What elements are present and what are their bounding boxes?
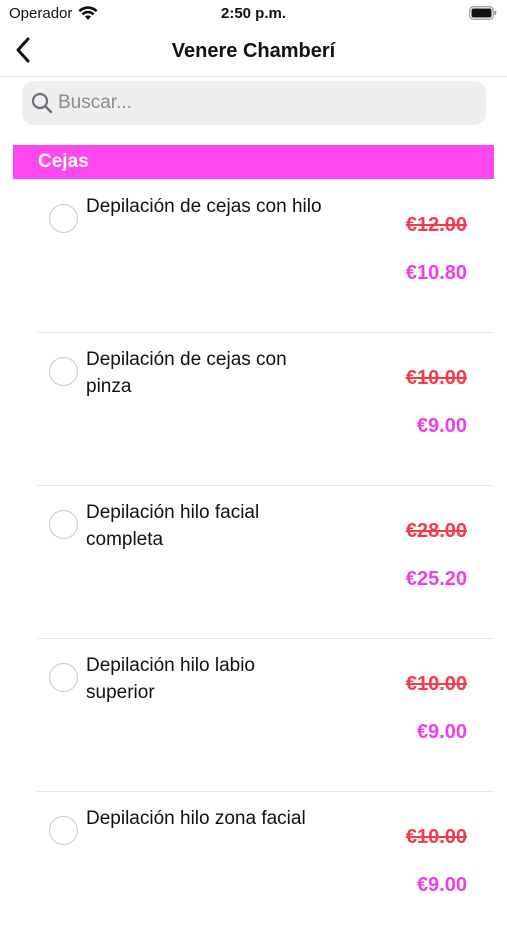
search-bar bbox=[22, 81, 486, 125]
discounted-price: €10.80 bbox=[405, 262, 467, 284]
service-name: Depilación hilo labio superior bbox=[86, 655, 255, 703]
search-input[interactable] bbox=[58, 83, 458, 123]
original-price: €28.00 bbox=[405, 520, 467, 542]
original-price: €12.00 bbox=[405, 214, 467, 236]
original-price: €10.00 bbox=[405, 826, 467, 848]
battery-icon bbox=[469, 6, 497, 20]
service-name: Depilación hilo facial completa bbox=[86, 502, 260, 550]
discounted-price: €25.20 bbox=[405, 568, 467, 590]
service-name: Depilación de cejas con hilo bbox=[86, 196, 322, 217]
status-bar: Operador 2:50 p.m. bbox=[0, 0, 507, 28]
radio-button[interactable] bbox=[49, 357, 78, 386]
page-title: Venere Chamberí bbox=[171, 40, 336, 62]
radio-button[interactable] bbox=[49, 816, 78, 845]
service-item[interactable]: Depilación hilo labio superior €10.00 €9… bbox=[0, 639, 507, 792]
radio-button[interactable] bbox=[49, 663, 78, 692]
service-item[interactable]: Depilación hilo zona facial €10.00 €9.00 bbox=[0, 792, 507, 945]
service-name: Depilación de cejas con pinza bbox=[86, 349, 287, 397]
section-header-cejas: Cejas bbox=[13, 145, 494, 179]
service-list: Depilación de cejas con hilo €12.00 €10.… bbox=[0, 180, 507, 945]
status-time: 2:50 p.m. bbox=[220, 5, 287, 22]
discounted-price: €9.00 bbox=[416, 415, 467, 437]
radio-button[interactable] bbox=[49, 204, 78, 233]
original-price: €10.00 bbox=[405, 367, 467, 389]
section-title: Cejas bbox=[38, 151, 89, 172]
discounted-price: €9.00 bbox=[416, 721, 467, 743]
service-item[interactable]: Depilación hilo facial completa €28.00 €… bbox=[0, 486, 507, 639]
search-icon bbox=[31, 92, 53, 114]
service-item[interactable]: Depilación de cejas con pinza €10.00 €9.… bbox=[0, 333, 507, 486]
original-price: €10.00 bbox=[405, 673, 467, 695]
navigation-bar: Venere Chamberí bbox=[0, 28, 507, 77]
discounted-price: €9.00 bbox=[416, 874, 467, 896]
radio-button[interactable] bbox=[49, 510, 78, 539]
service-name: Depilación hilo zona facial bbox=[86, 808, 306, 829]
service-item[interactable]: Depilación de cejas con hilo €12.00 €10.… bbox=[0, 180, 507, 333]
